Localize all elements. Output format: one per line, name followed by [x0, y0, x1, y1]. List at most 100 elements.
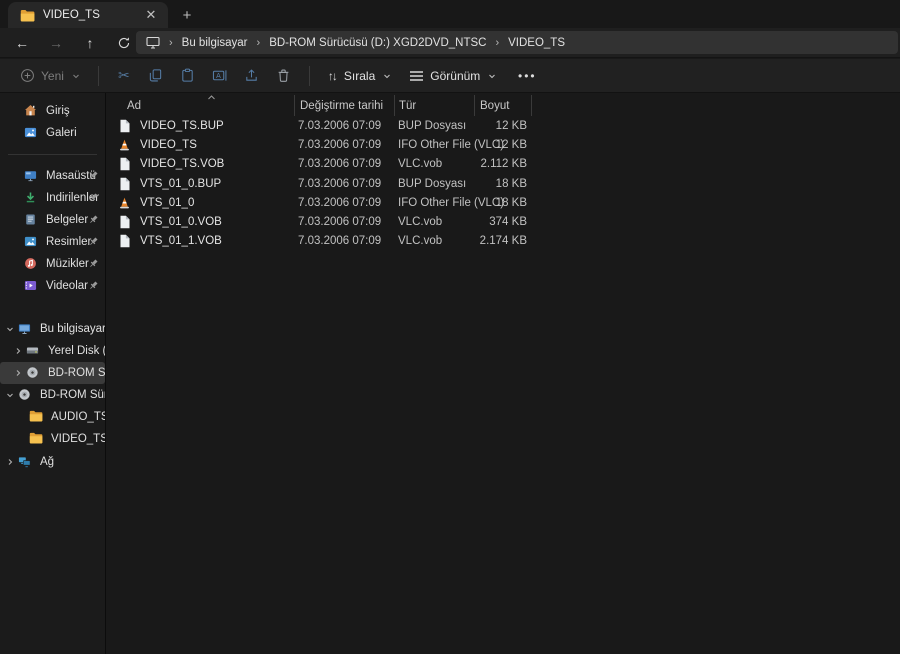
file-size: 2.174 KB	[474, 235, 532, 247]
file-row[interactable]: VTS_01_0 7.03.2006 07:09 IFO Other File …	[106, 193, 900, 212]
folder-icon	[29, 410, 43, 424]
sidebar-tree-audio-ts[interactable]: AUDIO_TS	[0, 406, 105, 428]
chevron-down-icon	[488, 72, 496, 80]
sidebar-tree-local-disk[interactable]: Yerel Disk (C:)	[0, 340, 105, 362]
sidebar-item-label: Bu bilgisayar	[40, 323, 105, 335]
file-icon	[118, 177, 132, 191]
sidebar-item-label: Giriş	[46, 105, 105, 117]
file-date: 7.03.2006 07:09	[294, 235, 394, 247]
file-size: 374 KB	[474, 216, 532, 228]
sidebar-item-desktop[interactable]: Masaüstü	[0, 165, 105, 187]
file-type: IFO Other File (VLC)	[394, 139, 474, 151]
breadcrumb-this-pc[interactable]: Bu bilgisayar	[182, 37, 248, 49]
file-row[interactable]: VTS_01_0.VOB 7.03.2006 07:09 VLC.vob 374…	[106, 212, 900, 231]
nav-buttons: ← → ↑	[0, 31, 138, 55]
cut-button[interactable]: ✂	[109, 63, 139, 89]
file-date: 7.03.2006 07:09	[294, 197, 394, 209]
sort-button[interactable]: ↑↓ Sırala	[320, 64, 399, 88]
sidebar-item-downloads[interactable]: İndirilenler	[0, 187, 105, 209]
view-button[interactable]: Görünüm	[401, 64, 504, 88]
chevron-down-icon[interactable]	[5, 324, 15, 334]
forward-button[interactable]: →	[42, 31, 70, 55]
tab-close-icon[interactable]: ✕	[142, 6, 160, 24]
view-list-icon	[409, 70, 424, 82]
chevron-down-icon	[383, 72, 391, 80]
chevron-right-icon[interactable]	[5, 457, 15, 467]
column-header-name[interactable]: Ad	[106, 95, 294, 116]
file-icon	[118, 234, 132, 248]
more-options-button[interactable]: •••	[512, 63, 542, 89]
file-name: VTS_01_0	[140, 197, 194, 209]
file-type: VLC.vob	[394, 216, 474, 228]
this-pc-icon	[18, 322, 32, 336]
ellipsis-icon: •••	[518, 69, 537, 83]
delete-button[interactable]	[269, 63, 299, 89]
sidebar-tree-this-pc[interactable]: Bu bilgisayar	[0, 318, 105, 340]
pin-icon	[88, 280, 99, 291]
file-row[interactable]: VIDEO_TS 7.03.2006 07:09 IFO Other File …	[106, 135, 900, 154]
command-toolbar: Yeni ✂ A ↑↓ Sırala	[0, 59, 900, 93]
new-tab-button[interactable]: +	[176, 5, 198, 25]
hard-drive-icon	[26, 344, 40, 358]
pictures-icon	[24, 235, 38, 249]
file-name: VTS_01_0.VOB	[140, 216, 222, 228]
back-button[interactable]: ←	[8, 31, 36, 55]
file-date: 7.03.2006 07:09	[294, 178, 394, 190]
file-row[interactable]: VIDEO_TS.VOB 7.03.2006 07:09 VLC.vob 2.1…	[106, 155, 900, 174]
new-button[interactable]: Yeni	[12, 63, 88, 88]
sidebar-item-documents[interactable]: Belgeler	[0, 209, 105, 231]
file-size: 18 KB	[474, 197, 532, 209]
file-name: VIDEO_TS	[140, 139, 197, 151]
sidebar-tree-network[interactable]: Ağ	[0, 451, 105, 473]
file-row[interactable]: VTS_01_0.BUP 7.03.2006 07:09 BUP Dosyası…	[106, 174, 900, 193]
pin-icon	[88, 192, 99, 203]
copy-button[interactable]	[141, 63, 171, 89]
breadcrumb-current-folder[interactable]: VIDEO_TS	[508, 37, 565, 49]
sidebar-tree-bdrom-child[interactable]: BD-ROM Sürücüs	[0, 362, 105, 384]
file-icon	[118, 215, 132, 229]
file-list-pane: Ad Değiştirme tarihi Tür Boyut VIDEO_TS.…	[106, 93, 900, 654]
chevron-down-icon[interactable]	[5, 390, 15, 400]
file-name: VTS_01_1.VOB	[140, 235, 222, 247]
videos-icon	[24, 279, 38, 293]
sidebar-item-pictures[interactable]: Resimler	[0, 231, 105, 253]
sidebar-item-videos[interactable]: Videolar	[0, 275, 105, 297]
file-name: VIDEO_TS.BUP	[140, 120, 224, 132]
refresh-button[interactable]	[110, 31, 138, 55]
sidebar-separator	[8, 154, 97, 155]
up-button[interactable]: ↑	[76, 31, 104, 55]
sidebar-item-home[interactable]: Giriş	[0, 100, 105, 122]
explorer-tab[interactable]: VIDEO_TS ✕	[8, 2, 168, 28]
toolbar-divider	[98, 66, 99, 86]
new-button-label: Yeni	[41, 69, 64, 83]
sidebar-item-label: BD-ROM Sürücüs	[48, 367, 105, 379]
vlc-cone-icon	[118, 196, 132, 210]
network-icon	[18, 455, 32, 469]
breadcrumb-drive[interactable]: BD-ROM Sürücüsü (D:) XGD2DVD_NTSC	[269, 37, 486, 49]
sidebar-item-label: Yerel Disk (C:)	[48, 345, 105, 357]
disc-icon	[18, 388, 32, 402]
paste-button[interactable]	[173, 63, 203, 89]
file-row[interactable]: VTS_01_1.VOB 7.03.2006 07:09 VLC.vob 2.1…	[106, 232, 900, 251]
address-bar[interactable]: › Bu bilgisayar › BD-ROM Sürücüsü (D:) X…	[136, 31, 898, 54]
chevron-right-icon[interactable]	[13, 346, 23, 356]
navigation-bar: ← → ↑ › Bu bilgisayar › BD-ROM Sürücüsü …	[0, 28, 900, 58]
scissors-icon: ✂	[118, 67, 130, 84]
column-header-type[interactable]: Tür	[394, 95, 474, 116]
tab-bar: VIDEO_TS ✕ +	[0, 0, 900, 28]
rename-button[interactable]: A	[205, 63, 235, 89]
sidebar-item-gallery[interactable]: Galeri	[0, 122, 105, 144]
file-icon	[118, 119, 132, 133]
documents-icon	[24, 213, 38, 227]
breadcrumb-separator: ›	[495, 37, 499, 49]
sidebar-item-music[interactable]: Müzikler	[0, 253, 105, 275]
file-name: VIDEO_TS.VOB	[140, 158, 224, 170]
column-header-date[interactable]: Değiştirme tarihi	[294, 95, 394, 116]
sidebar-tree-bdrom-root[interactable]: BD-ROM Sürücüsü	[0, 384, 105, 406]
sidebar-tree-video-ts[interactable]: VIDEO_TS	[0, 428, 105, 450]
chevron-right-icon[interactable]	[13, 368, 23, 378]
share-button[interactable]	[237, 63, 267, 89]
file-row[interactable]: VIDEO_TS.BUP 7.03.2006 07:09 BUP Dosyası…	[106, 116, 900, 135]
sidebar-item-label: VIDEO_TS	[51, 433, 105, 445]
column-header-size[interactable]: Boyut	[474, 95, 532, 116]
